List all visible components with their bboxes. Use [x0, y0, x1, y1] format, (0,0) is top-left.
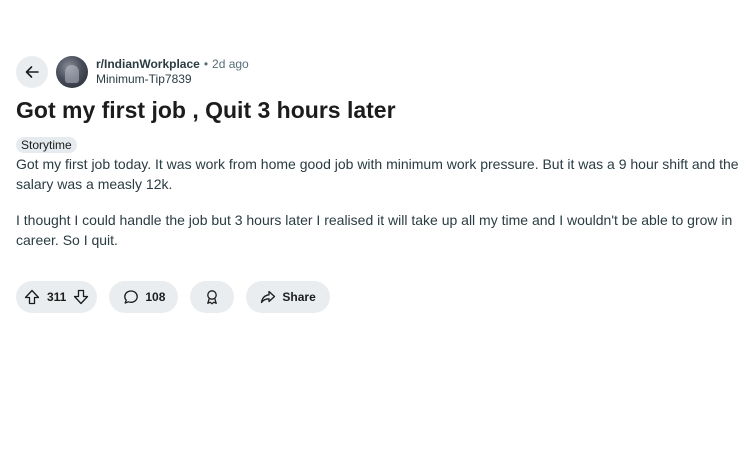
post-container: r/IndianWorkplace • 2d ago Minimum-Tip78… [16, 56, 751, 266]
comment-count: 108 [145, 290, 166, 304]
post-meta-row: r/IndianWorkplace • 2d ago Minimum-Tip78… [16, 56, 751, 88]
body-paragraph-2: I thought I could handle the job but 3 h… [16, 212, 733, 248]
upvote-button[interactable] [24, 289, 40, 305]
post-time: 2d ago [212, 57, 249, 71]
comments-button[interactable]: 108 [109, 281, 179, 313]
post-flair[interactable]: Storytime [16, 137, 77, 153]
author-link[interactable]: Minimum-Tip7839 [96, 72, 249, 87]
subreddit-avatar[interactable] [56, 56, 88, 88]
meta-line: r/IndianWorkplace • 2d ago [96, 57, 249, 72]
body-paragraph-1: Got my first job today. It was work from… [16, 156, 739, 192]
share-icon-wrap [260, 289, 276, 305]
share-label: Share [282, 290, 316, 304]
share-button[interactable]: Share [246, 281, 330, 313]
avatar-figure [65, 65, 79, 83]
back-arrow-icon [25, 66, 39, 78]
subreddit-link[interactable]: r/IndianWorkplace [96, 57, 200, 72]
post-body: Got my first job today. It was work from… [16, 154, 751, 250]
comment-icon-wrap [123, 289, 139, 305]
upvote-arrow-icon [24, 289, 40, 305]
share-arrow-icon [261, 290, 276, 304]
award-button[interactable] [190, 281, 235, 313]
vote-control: 311 [16, 281, 98, 313]
comment-bubble-icon [124, 290, 139, 304]
meta-separator: • [203, 57, 209, 71]
post-title: Got my first job , Quit 3 hours later [16, 97, 396, 123]
award-ribbon-icon [207, 290, 218, 305]
post-action-bar: 311 108 Share [16, 281, 330, 313]
post-meta-text: r/IndianWorkplace • 2d ago Minimum-Tip78… [96, 57, 249, 87]
downvote-button[interactable] [73, 289, 89, 305]
downvote-arrow-icon [74, 289, 89, 305]
vote-score: 311 [47, 290, 67, 304]
back-button[interactable] [16, 56, 48, 88]
